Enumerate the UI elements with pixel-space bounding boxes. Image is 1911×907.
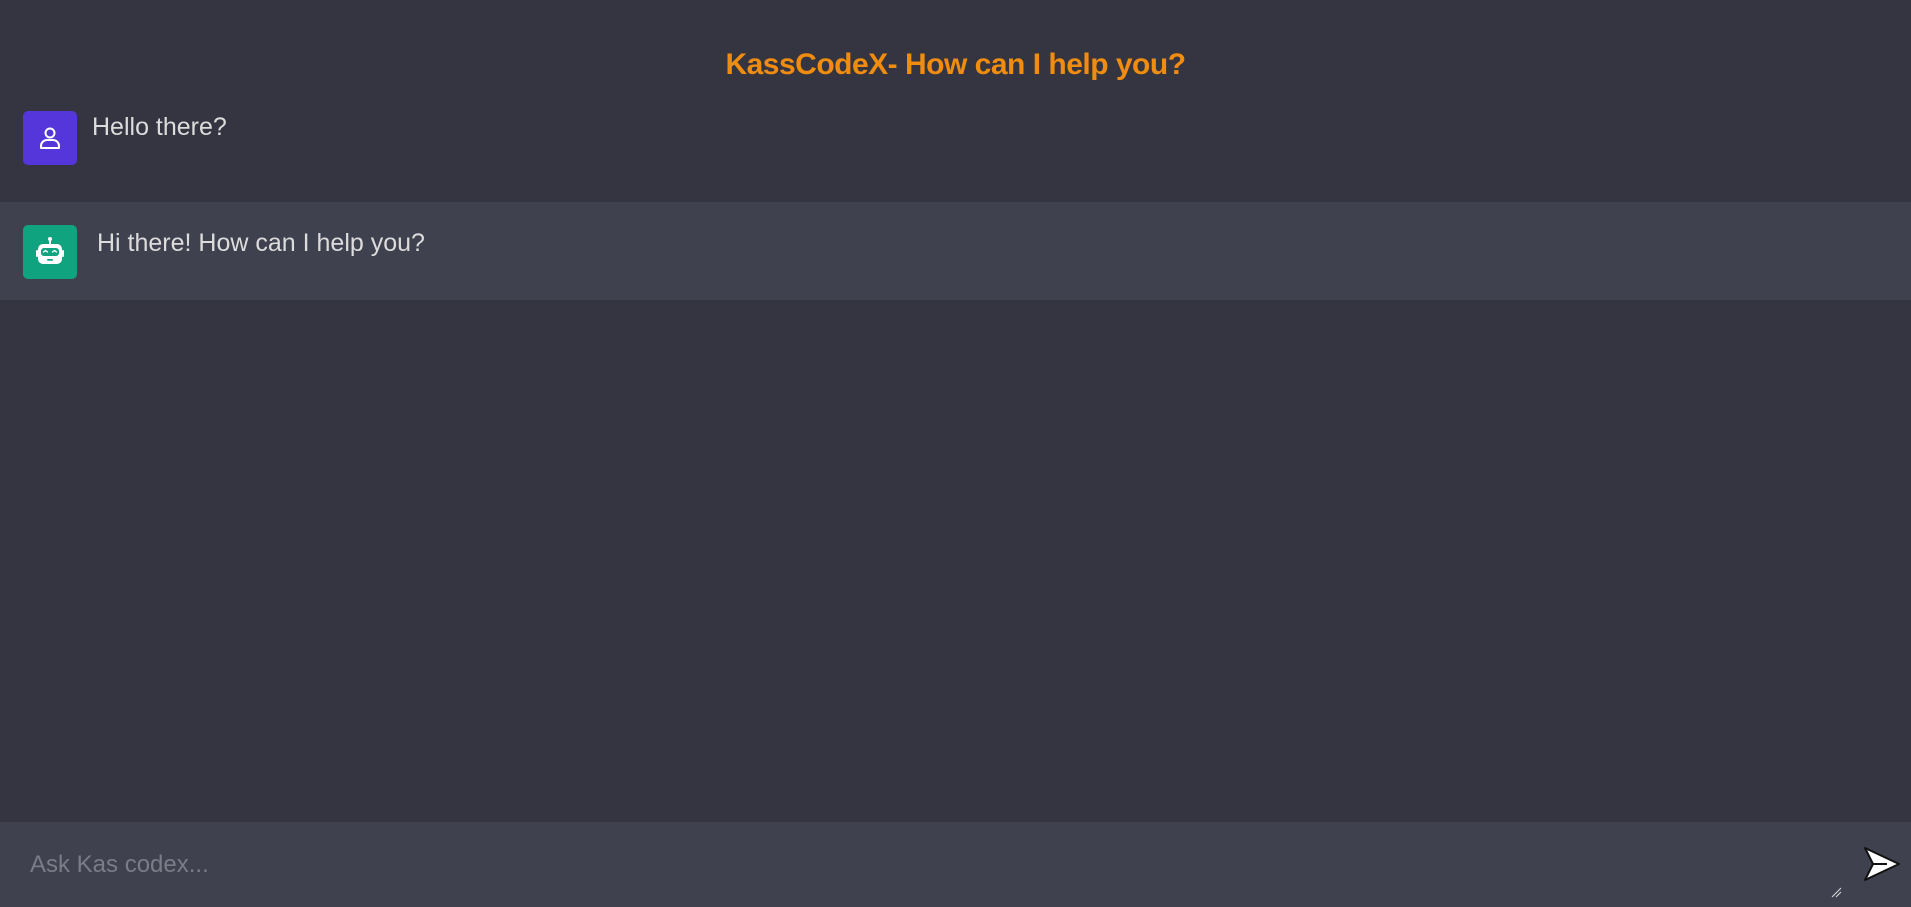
prompt-input[interactable] — [0, 822, 1850, 907]
page-title: KassCodeX- How can I help you? — [725, 48, 1186, 81]
user-avatar — [23, 111, 77, 165]
message-text: Hello there? — [92, 113, 227, 141]
bot-avatar — [23, 225, 77, 279]
send-button[interactable] — [1860, 842, 1904, 886]
send-icon — [1864, 847, 1900, 881]
chat-app: KassCodeX- How can I help you? Hello the… — [0, 0, 1911, 907]
user-message: Hello there? — [0, 98, 1911, 202]
message-composer — [0, 822, 1911, 907]
message-text: Hi there! How can I help you? — [97, 229, 425, 257]
robot-icon — [36, 237, 64, 264]
bot-message: Hi there! How can I help you? — [0, 202, 1911, 300]
user-icon — [40, 127, 60, 149]
resize-grip-icon[interactable] — [1830, 886, 1842, 898]
